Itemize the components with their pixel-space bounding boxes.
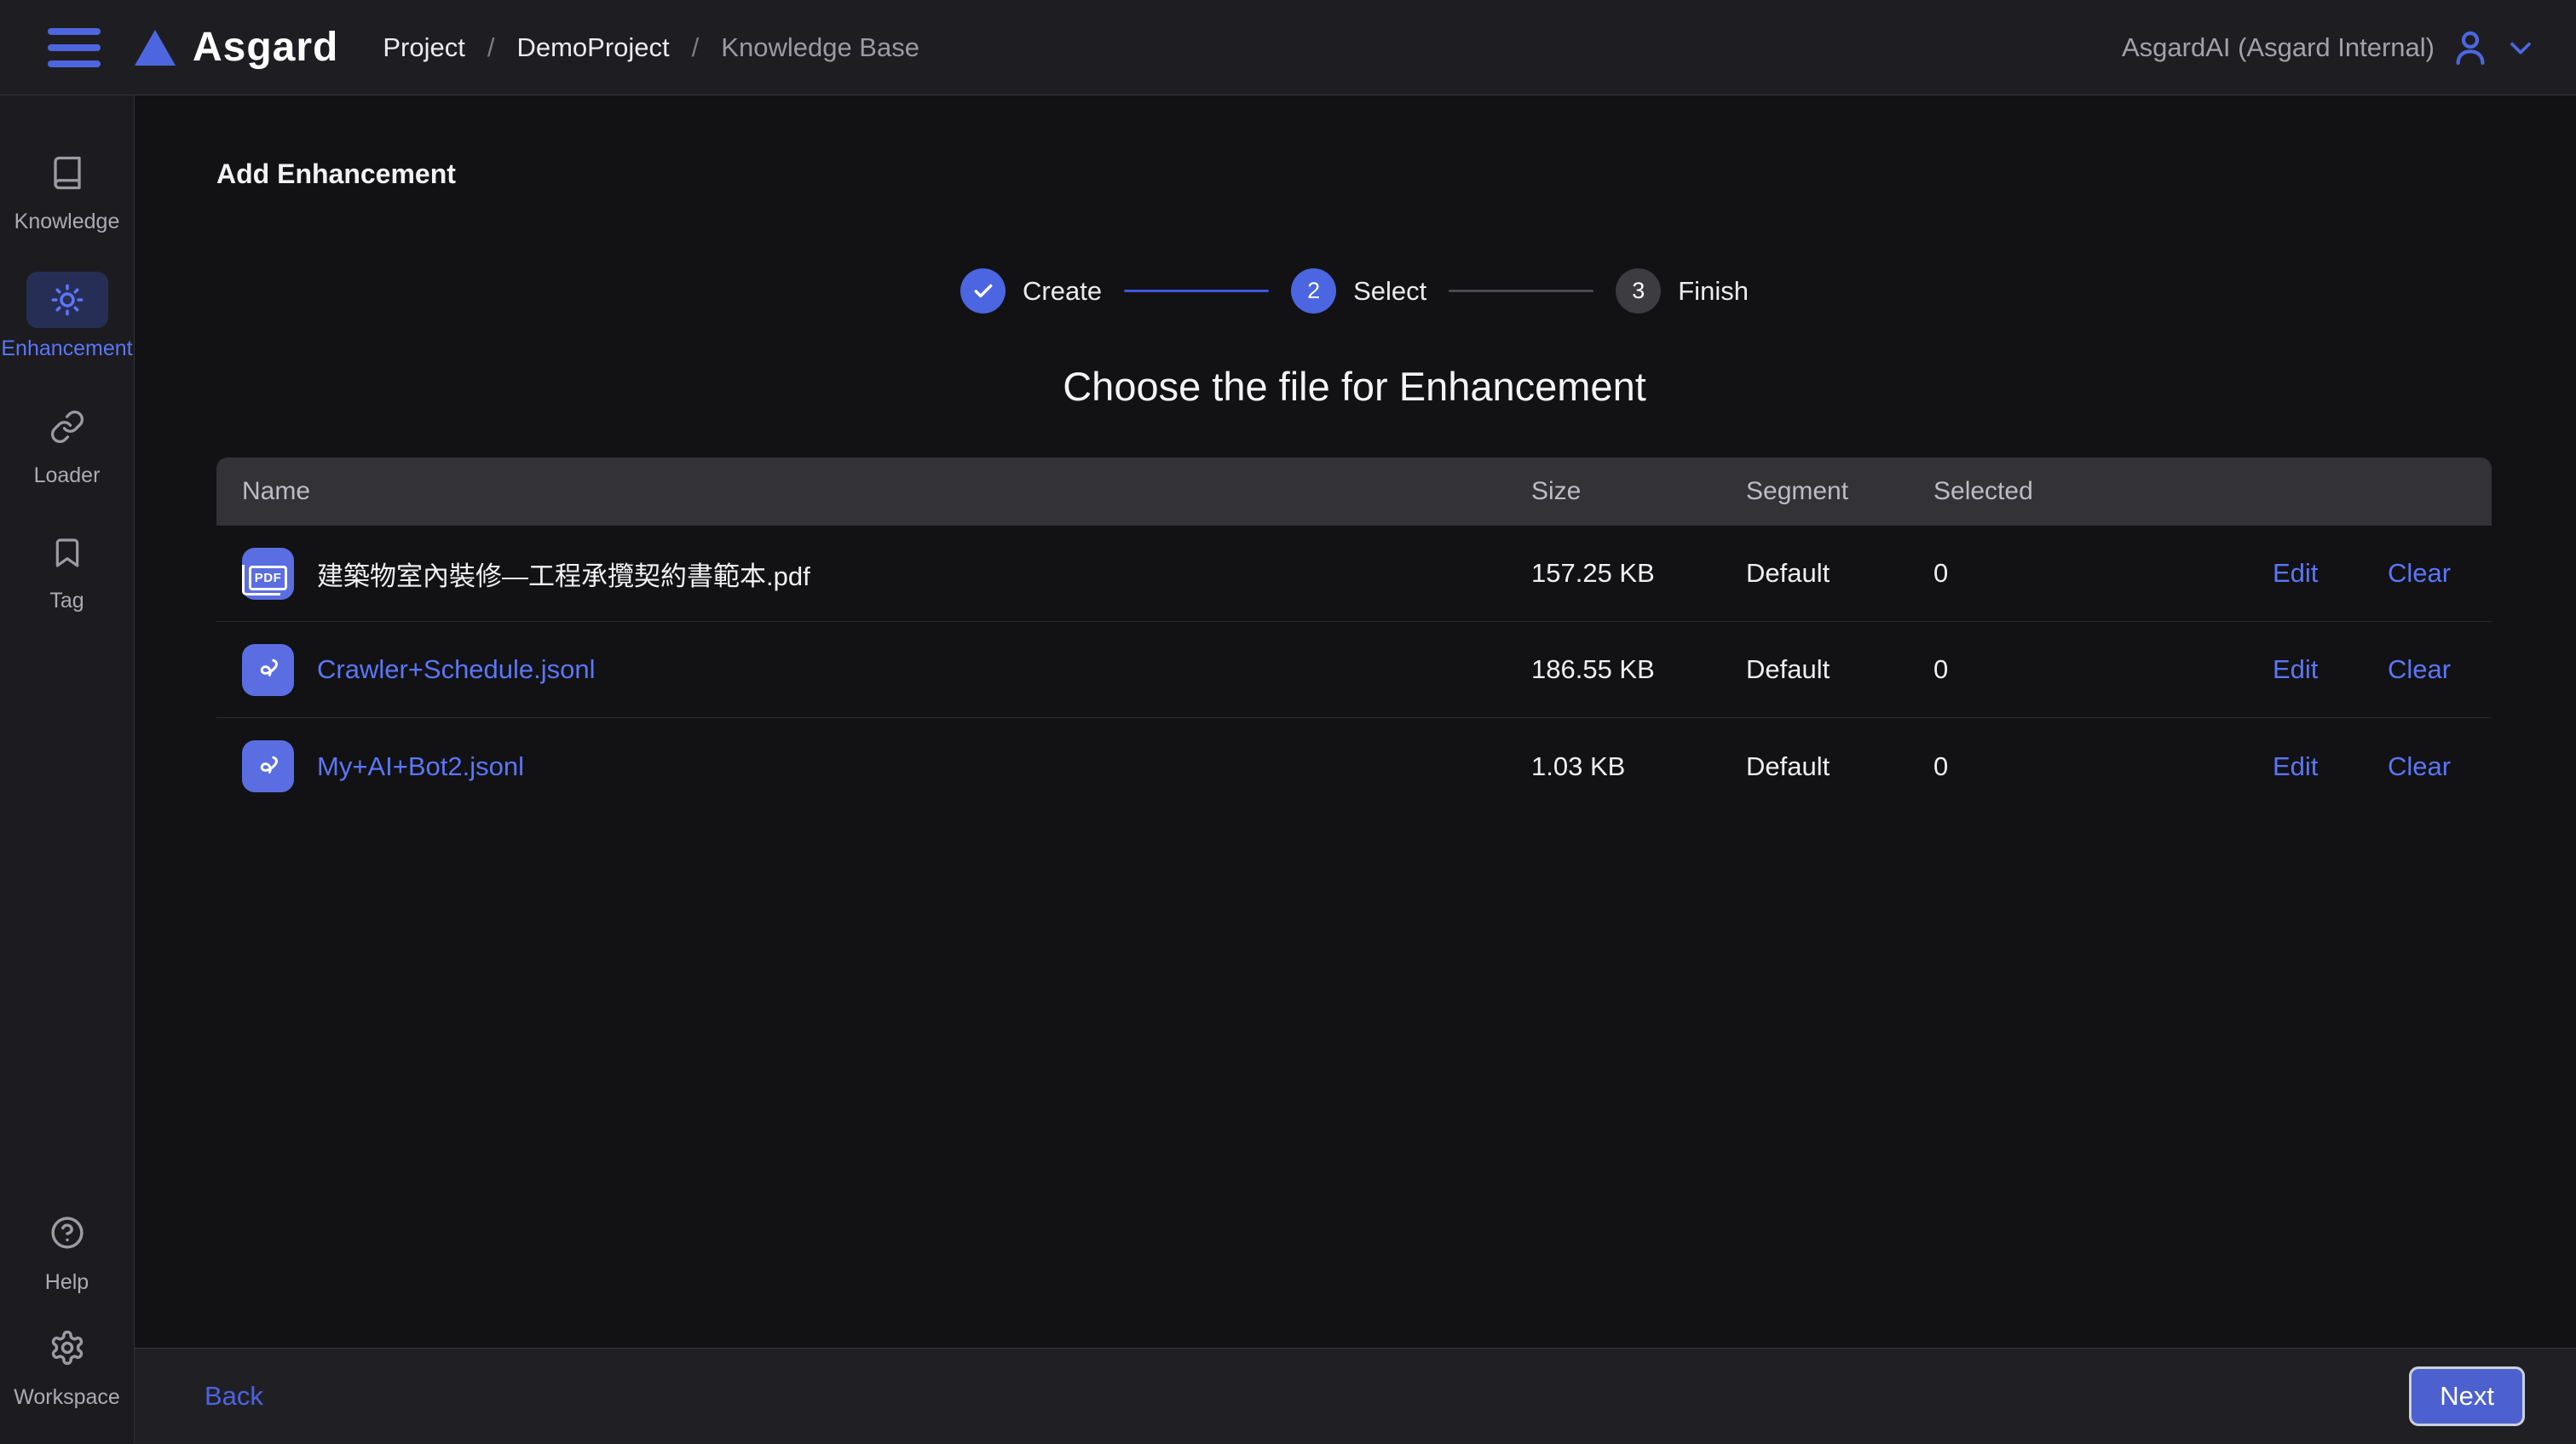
menu-icon[interactable] <box>48 28 101 67</box>
sidebar-item-workspace[interactable]: Workspace <box>14 1319 120 1410</box>
edit-link[interactable]: Edit <box>2273 558 2388 589</box>
breadcrumb-current-page: Knowledge Base <box>721 32 919 63</box>
sidebar-item-loader[interactable]: Loader <box>26 399 108 488</box>
step-connector-todo <box>1449 290 1593 292</box>
step-select[interactable]: 2 Select <box>1291 268 1426 314</box>
sidebar-item-label: Loader <box>34 463 101 488</box>
clear-link[interactable]: Clear <box>2388 751 2492 782</box>
book-icon <box>26 145 108 201</box>
file-name: 建築物室內裝修—工程承攬契約書範本.pdf <box>317 555 810 593</box>
column-header-segment: Segment <box>1746 477 1933 506</box>
breadcrumb-demoproject[interactable]: DemoProject <box>516 32 669 63</box>
page-title: Add Enhancement <box>216 158 2492 190</box>
table-header: Name Size Segment Selected <box>216 457 2492 526</box>
topbar: Asgard Project / DemoProject / Knowledge… <box>0 0 2576 95</box>
section-title: Choose the file for Enhancement <box>216 363 2492 410</box>
file-size: 1.03 KB <box>1531 751 1746 782</box>
file-selected-count: 0 <box>1933 654 2273 685</box>
sidebar-item-label: Tag <box>49 589 84 613</box>
app-logo: Asgard <box>135 24 338 71</box>
jsonl-file-icon <box>242 644 294 696</box>
sidebar-item-label: Workspace <box>14 1385 120 1410</box>
account-menu[interactable]: AsgardAI (Asgard Internal) <box>2122 27 2535 68</box>
help-circle-icon <box>26 1204 109 1262</box>
gear-icon <box>26 1319 109 1377</box>
sun-icon <box>26 272 108 328</box>
edit-link[interactable]: Edit <box>2273 654 2388 685</box>
file-segment: Default <box>1746 751 1933 782</box>
file-name-link[interactable]: Crawler+Schedule.jsonl <box>317 654 596 685</box>
table-row: PDF 建築物室內裝修—工程承攬契約書範本.pdf 157.25 KB Defa… <box>216 526 2492 622</box>
sidebar-item-tag[interactable]: Tag <box>27 526 107 613</box>
step-label: Finish <box>1678 276 1749 307</box>
jsonl-file-icon <box>242 740 294 792</box>
step-finish[interactable]: 3 Finish <box>1616 268 1749 314</box>
breadcrumb-separator: / <box>487 32 495 63</box>
file-table: Name Size Segment Selected PDF 建築物室內裝修—工… <box>216 457 2492 814</box>
table-row: Crawler+Schedule.jsonl 186.55 KB Default… <box>216 622 2492 718</box>
file-size: 186.55 KB <box>1531 654 1746 685</box>
breadcrumb-separator: / <box>692 32 700 63</box>
sidebar-item-label: Knowledge <box>14 210 120 234</box>
file-segment: Default <box>1746 654 1933 685</box>
app-name: Asgard <box>193 24 338 71</box>
sidebar-item-knowledge[interactable]: Knowledge <box>14 145 120 234</box>
account-name: AsgardAI (Asgard Internal) <box>2122 32 2435 63</box>
edit-link[interactable]: Edit <box>2273 751 2388 782</box>
user-icon[interactable] <box>2450 27 2491 68</box>
file-segment: Default <box>1746 558 1933 589</box>
back-button[interactable]: Back <box>205 1381 263 1412</box>
step-number: 2 <box>1291 268 1336 314</box>
bookmark-icon <box>27 526 107 580</box>
chevron-down-icon[interactable] <box>2506 33 2535 62</box>
file-size: 157.25 KB <box>1531 558 1746 589</box>
column-header-selected: Selected <box>1933 477 2273 506</box>
step-label: Select <box>1353 276 1426 307</box>
step-done-check-icon <box>960 268 1006 314</box>
link-icon <box>26 399 108 455</box>
clear-link[interactable]: Clear <box>2388 654 2492 685</box>
pdf-file-icon: PDF <box>242 548 294 600</box>
breadcrumb: Project / DemoProject / Knowledge Base <box>383 32 919 63</box>
table-row: My+AI+Bot2.jsonl 1.03 KB Default 0 Edit … <box>216 718 2492 814</box>
sidebar-item-label: Help <box>45 1270 89 1295</box>
step-label: Create <box>1023 276 1102 307</box>
file-selected-count: 0 <box>1933 558 2273 589</box>
column-header-name: Name <box>216 477 1531 506</box>
stepper: Create 2 Select 3 Finish <box>216 268 2492 314</box>
file-selected-count: 0 <box>1933 751 2273 782</box>
sidebar-footer: Help Workspace <box>14 1204 120 1410</box>
sidebar-item-help[interactable]: Help <box>26 1204 109 1295</box>
main-content: Add Enhancement Create 2 Select 3 Finish <box>135 95 2576 1348</box>
breadcrumb-project[interactable]: Project <box>383 32 464 63</box>
sidebar-item-label: Enhancement <box>1 337 132 361</box>
sidebar-item-enhancement[interactable]: Enhancement <box>1 272 132 361</box>
logo-triangle-icon <box>135 30 176 66</box>
file-name-link[interactable]: My+AI+Bot2.jsonl <box>317 751 524 782</box>
step-create[interactable]: Create <box>960 268 1102 314</box>
step-number: 3 <box>1616 268 1661 314</box>
sidebar: Knowledge Enhancement Loade <box>0 95 135 1444</box>
wizard-footer: Back Next <box>135 1348 2576 1444</box>
step-connector-done <box>1124 290 1269 292</box>
column-header-size: Size <box>1531 477 1746 506</box>
next-button[interactable]: Next <box>2409 1366 2525 1426</box>
clear-link[interactable]: Clear <box>2388 558 2492 589</box>
